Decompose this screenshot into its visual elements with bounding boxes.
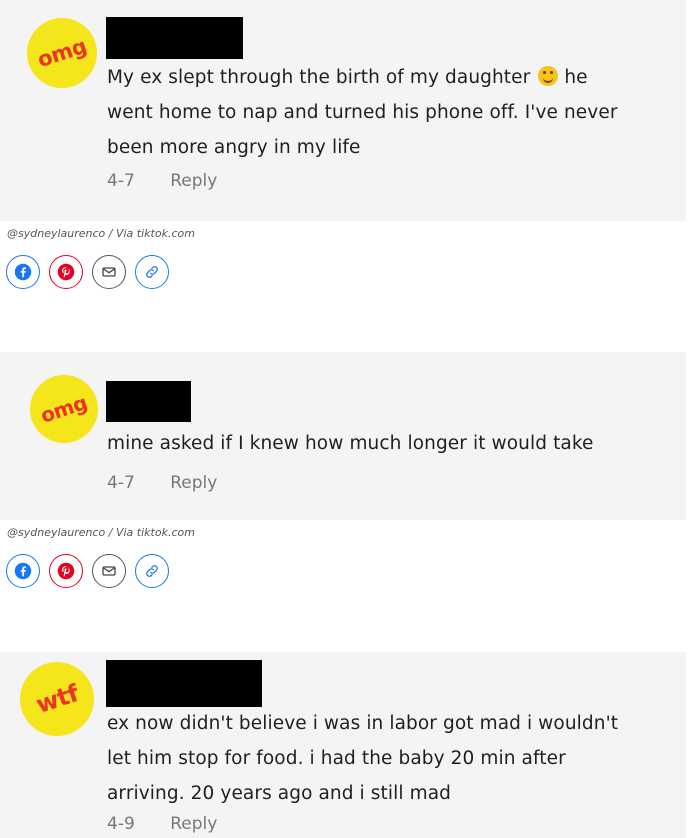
facebook-icon <box>14 263 32 281</box>
reply-button[interactable]: Reply <box>170 473 217 493</box>
reply-button[interactable]: Reply <box>170 814 217 834</box>
comment-line: been more angry in my life <box>107 137 361 158</box>
comment-date: 4-9 <box>107 814 135 834</box>
share-link-button[interactable] <box>135 255 169 289</box>
share-facebook-button[interactable] <box>6 554 40 588</box>
share-buttons <box>6 554 169 588</box>
comment-line: ex now didn't believe i was in labor got… <box>107 713 619 734</box>
comment-card-2: omg mine asked if I knew how much longer… <box>0 352 686 520</box>
comment-date: 4-7 <box>107 473 135 493</box>
email-icon <box>102 566 116 576</box>
redacted-username <box>106 381 191 422</box>
share-buttons <box>6 255 169 289</box>
facebook-icon <box>14 562 32 580</box>
comment-line: went home to nap and turned his phone of… <box>107 102 618 123</box>
comment-text: ex now didn't believe i was in labor got… <box>107 706 618 811</box>
image-credit: @sydneylaurenco / Via tiktok.com <box>7 526 195 539</box>
image-credit: @sydneylaurenco / Via tiktok.com <box>7 227 195 240</box>
comment-line: let him stop for food. i had the baby 20… <box>107 748 566 769</box>
share-pinterest-button[interactable] <box>49 554 83 588</box>
comment-meta: 4-7 Reply <box>107 171 217 191</box>
comment-meta: 4-9 Reply <box>107 814 217 834</box>
share-link-button[interactable] <box>135 554 169 588</box>
email-icon <box>102 267 116 277</box>
share-email-button[interactable] <box>92 255 126 289</box>
pinterest-icon <box>57 562 75 580</box>
comment-card-3: wtf ex now didn't believe i was in labor… <box>0 652 686 838</box>
comment-line: My ex slept through the birth of my daug… <box>107 67 531 88</box>
comment-text: mine asked if I knew how much longer it … <box>107 426 594 461</box>
link-icon <box>146 266 158 278</box>
comment-line: arriving. 20 years ago and i still mad <box>107 783 451 804</box>
badge-label: omg <box>37 390 91 428</box>
redacted-username <box>106 17 243 59</box>
badge-label: wtf <box>32 679 82 719</box>
reply-button[interactable]: Reply <box>170 171 217 191</box>
omg-badge-icon: omg <box>27 18 97 88</box>
share-facebook-button[interactable] <box>6 255 40 289</box>
comment-card-1: omg My ex slept through the birth of my … <box>0 0 686 221</box>
comment-line-continued: he <box>564 67 588 88</box>
comment-date: 4-7 <box>107 171 135 191</box>
badge-label: omg <box>34 33 90 73</box>
omg-badge-icon: omg <box>30 375 98 443</box>
comment-text: My ex slept through the birth of my daug… <box>107 60 618 165</box>
pinterest-icon <box>57 263 75 281</box>
link-icon <box>146 565 158 577</box>
upside-down-face-icon <box>538 66 559 86</box>
share-pinterest-button[interactable] <box>49 255 83 289</box>
wtf-badge-icon: wtf <box>20 662 94 736</box>
redacted-username <box>106 660 262 707</box>
comment-meta: 4-7 Reply <box>107 473 217 493</box>
comment-line: mine asked if I knew how much longer it … <box>107 433 594 454</box>
share-email-button[interactable] <box>92 554 126 588</box>
